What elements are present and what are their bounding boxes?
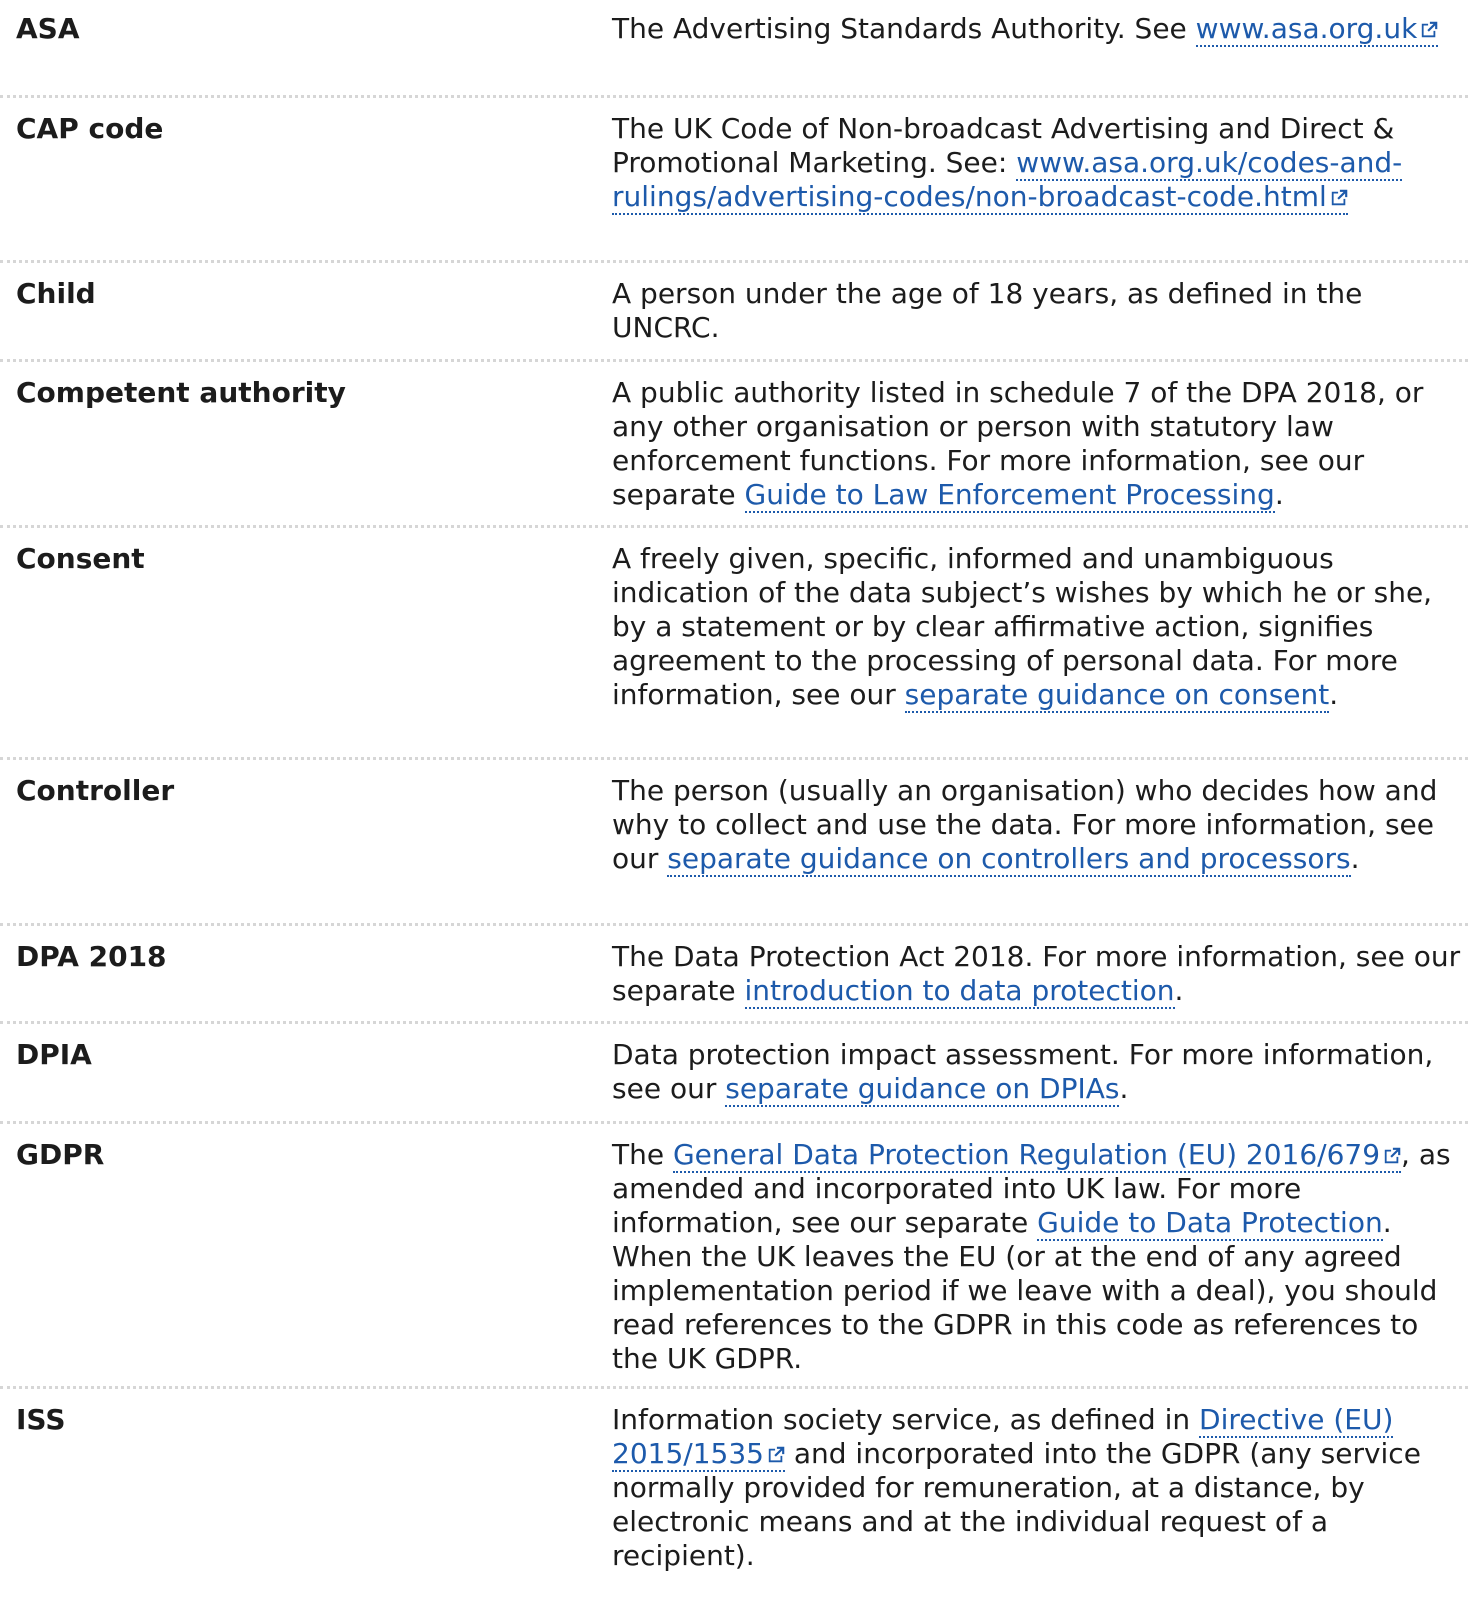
row-divider [0, 1021, 1468, 1024]
glossary-definition: The Data Protection Act 2018. For more i… [612, 940, 1462, 1009]
definition-text: Information society service, as defined … [612, 1403, 1200, 1436]
row-divider [0, 1121, 1468, 1124]
glossary-term: CAP code [16, 112, 164, 145]
guidance-link[interactable]: Guide to Law Enforcement Processing [744, 478, 1275, 513]
glossary-term: Competent authority [16, 376, 346, 409]
definition-text: . [1274, 478, 1284, 511]
row-divider [0, 260, 1468, 263]
external-link-icon [768, 1446, 785, 1463]
row-divider [0, 359, 1468, 362]
link-text[interactable]: separate guidance on consent [905, 678, 1330, 711]
link-text[interactable]: introduction to data protection [745, 974, 1175, 1007]
guidance-link[interactable]: separate guidance on DPIAs [725, 1072, 1120, 1107]
glossary-term: Child [16, 277, 96, 310]
glossary-term: ISS [16, 1403, 66, 1436]
glossary-definition: A person under the age of 18 years, as d… [612, 277, 1462, 345]
glossary-term: DPIA [16, 1038, 92, 1071]
glossary-definition: Information society service, as defined … [612, 1403, 1462, 1573]
link-text[interactable]: separate guidance on DPIAs [725, 1072, 1119, 1105]
external-link-icon [1331, 189, 1348, 206]
guidance-link[interactable]: separate guidance on controllers and pro… [667, 842, 1351, 877]
glossary-term: Consent [16, 542, 145, 575]
glossary-definition: A freely given, specific, informed and u… [612, 542, 1462, 713]
external-link-icon [1384, 1147, 1401, 1164]
row-divider [0, 1386, 1468, 1389]
glossary-term: GDPR [16, 1138, 105, 1171]
row-divider [0, 757, 1468, 760]
definition-text: The [612, 1138, 673, 1171]
glossary-definition: A public authority listed in schedule 7 … [612, 376, 1462, 513]
definition-text: . [1329, 678, 1339, 711]
external-link[interactable]: www.asa.org.uk [1195, 12, 1439, 47]
glossary-definition: The UK Code of Non-broadcast Advertising… [612, 112, 1462, 215]
glossary-term: DPA 2018 [16, 940, 167, 973]
definition-text: . [1174, 974, 1184, 1007]
glossary-definition: The Advertising Standards Authority. See… [612, 12, 1462, 47]
guidance-link[interactable]: separate guidance on consent [904, 678, 1330, 713]
definition-text: . [1350, 842, 1360, 875]
glossary-definition: Data protection impact assessment. For m… [612, 1038, 1462, 1107]
external-link[interactable]: General Data Protection Regulation (EU) … [672, 1138, 1402, 1173]
link-text[interactable]: Guide to Data Protection [1037, 1206, 1383, 1239]
row-divider [0, 525, 1468, 528]
guidance-link[interactable]: introduction to data protection [744, 974, 1175, 1009]
link-text[interactable]: separate guidance on controllers and pro… [667, 842, 1350, 875]
definition-text: A person under the age of 18 years, as d… [612, 277, 1363, 344]
glossary-definition: The person (usually an organisation) who… [612, 774, 1462, 877]
link-text[interactable]: Guide to Law Enforcement Processing [745, 478, 1275, 511]
link-text[interactable]: www.asa.org.uk [1196, 12, 1418, 45]
row-divider [0, 95, 1468, 98]
link-text[interactable]: General Data Protection Regulation (EU) … [673, 1138, 1380, 1171]
definition-text: . [1119, 1072, 1129, 1105]
row-divider [0, 923, 1468, 926]
definition-text: The Advertising Standards Authority. See [612, 12, 1196, 45]
guidance-link[interactable]: Guide to Data Protection [1037, 1206, 1383, 1241]
glossary-definition: The General Data Protection Regulation (… [612, 1138, 1462, 1376]
glossary-term: ASA [16, 12, 80, 45]
external-link-icon [1422, 21, 1438, 38]
glossary-term: Controller [16, 774, 175, 807]
